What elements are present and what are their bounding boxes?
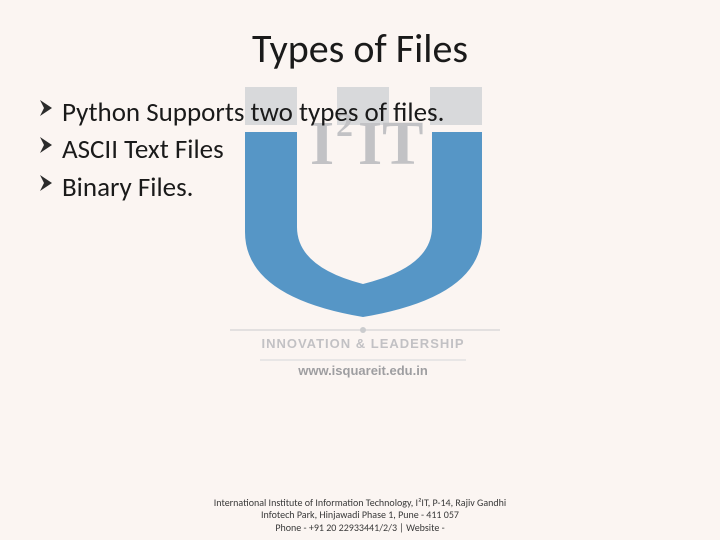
footer-line: International Institute of Information T… <box>200 497 520 522</box>
bullet-text: ASCII Text Files <box>62 131 224 168</box>
list-item: Python Supports two types of files. <box>38 94 678 131</box>
bullet-text: Python Supports two types of files. <box>62 94 444 131</box>
slide-title: Types of Files <box>0 24 720 73</box>
arrow-bullet-icon <box>38 171 56 195</box>
tagline-text: INNOVATION & LEADERSHIP <box>261 336 464 351</box>
footer-line: Phone - +91 20 22933441/2/3 | Website - <box>200 522 520 535</box>
slide: I 2 IT INNOVATION & LEADERSHIP www.isqua… <box>0 0 720 540</box>
bullet-list: Python Supports two types of files. ASCI… <box>38 94 678 206</box>
arrow-bullet-icon <box>38 96 56 120</box>
bullet-text: Binary Files. <box>62 169 193 206</box>
slide-footer: International Institute of Information T… <box>0 497 720 535</box>
list-item: Binary Files. <box>38 169 678 206</box>
arrow-bullet-icon <box>38 133 56 157</box>
url-text: www.isquareit.edu.in <box>297 363 428 378</box>
list-item: ASCII Text Files <box>38 131 678 168</box>
